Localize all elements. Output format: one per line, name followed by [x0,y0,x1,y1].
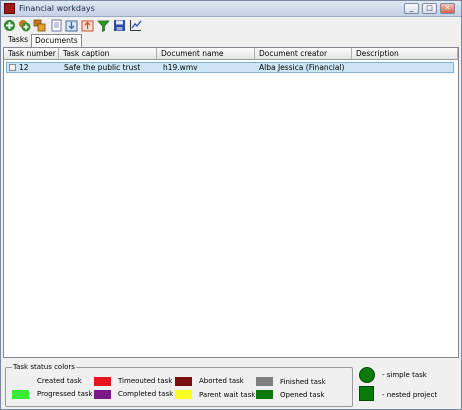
row-expand-icon[interactable] [9,64,16,71]
swatch-aborted-task [175,377,192,386]
minimize-button[interactable]: _ [404,3,419,14]
cell-description [356,63,454,73]
column-header-task-number[interactable]: Task number [4,48,59,60]
title-bar: Financial workdays _ □ ✕ [1,1,461,17]
tab-documents[interactable]: Documents [31,34,82,47]
close-button[interactable]: ✕ [440,3,455,14]
swatch-progressed-task [12,390,29,399]
documents-table: Task number Task caption Document name D… [3,47,459,358]
column-header-task-caption[interactable]: Task caption [59,48,157,60]
column-header-document-name[interactable]: Document name [157,48,255,60]
add-multiple-icon[interactable] [18,19,31,32]
table-header: Task number Task caption Document name D… [4,48,458,60]
export-icon[interactable] [81,19,94,32]
import-icon[interactable] [65,19,78,32]
nested-project-square-icon [359,386,374,401]
cell-document-name: h19.wmv [163,63,198,72]
legend-label-finished-task: Finished task [280,378,326,386]
cell-task-number: 12 [19,63,29,72]
nested-project-label: - nested project [382,391,438,399]
add-icon[interactable] [3,19,16,32]
group-icon[interactable] [33,19,46,32]
column-header-document-creator[interactable]: Document creator [255,48,352,60]
column-header-description[interactable]: Description [352,48,458,60]
chart-icon[interactable] [129,19,142,32]
legend-label-timeouted-task: Timeouted task [118,377,173,385]
legend-label-progressed-task: Progressed task [37,390,93,398]
swatch-completed-task [94,390,111,399]
swatch-finished-task [256,377,273,386]
cell-document-creator: Alba Jessica (Financial) [259,63,345,72]
cell-task-caption: Safe the public trust [64,63,141,72]
simple-task-label: - simple task [382,371,427,379]
swatch-created-task [12,377,29,386]
task-status-legend: Task status colors Created task Timeoute… [5,363,353,407]
document-icon[interactable] [50,19,63,32]
legend-label-aborted-task: Aborted task [199,377,244,385]
swatch-timeouted-task [94,377,111,386]
table-row[interactable]: 12 Safe the public trust h19.wmv Alba Je… [6,62,454,73]
swatch-opened-task [256,390,273,399]
toolbar [3,18,459,33]
legend-label-completed-task: Completed task [118,390,174,398]
legend-title: Task status colors [12,363,76,371]
save-icon[interactable] [113,19,126,32]
app-icon [4,3,15,14]
legend-label-created-task: Created task [37,377,82,385]
app-window: Financial workdays _ □ ✕ Tasks Documents… [0,0,462,410]
window-title: Financial workdays [19,4,95,13]
simple-task-circle-icon [359,367,375,383]
swatch-parent-wait-task [175,390,192,399]
tab-tasks[interactable]: Tasks [5,34,31,47]
maximize-button[interactable]: □ [422,3,437,14]
legend-label-parent-wait-task: Parent wait task [199,391,256,399]
legend-label-opened-task: Opened task [280,391,325,399]
filter-icon[interactable] [97,19,110,33]
